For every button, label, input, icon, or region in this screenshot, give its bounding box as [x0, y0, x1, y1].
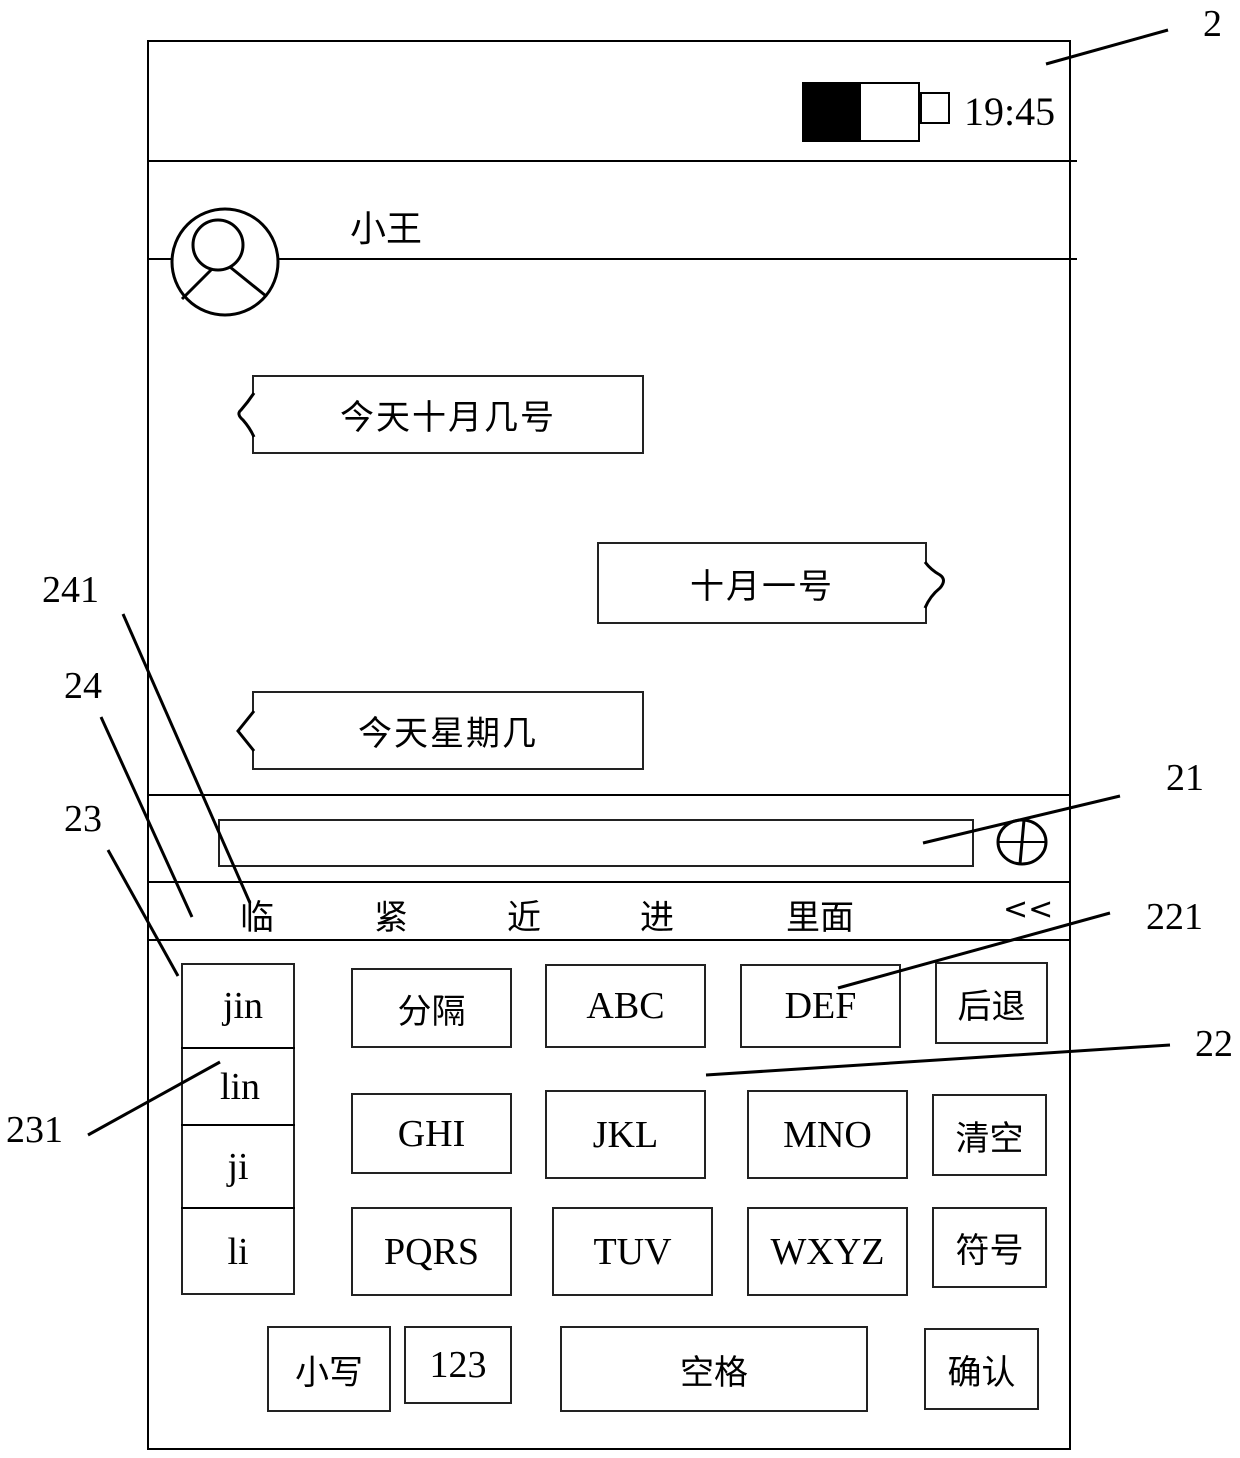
user-avatar-icon[interactable]: [168, 205, 283, 320]
battery-fill: [802, 82, 861, 142]
ref-label-pinyin-area: 23: [64, 798, 102, 840]
battery-tip: [920, 92, 950, 124]
message-input[interactable]: [218, 819, 974, 867]
key-confirm[interactable]: 确认: [924, 1328, 1039, 1410]
key-def[interactable]: DEF: [740, 964, 901, 1048]
key-abc[interactable]: ABC: [545, 964, 706, 1048]
key-separator[interactable]: 分隔: [351, 968, 512, 1048]
status-time: 19:45: [964, 89, 1056, 134]
candidate-item[interactable]: 里面: [786, 890, 854, 939]
key-symbols[interactable]: 符号: [932, 1207, 1047, 1288]
circle-plus-icon[interactable]: [995, 815, 1049, 869]
key-space[interactable]: 空格: [560, 1326, 868, 1412]
candidate-item[interactable]: 临: [240, 890, 274, 939]
pinyin-item[interactable]: lin: [181, 1049, 295, 1125]
message-text: 今天星期几: [358, 714, 538, 754]
ref-label-device: 2: [1203, 3, 1222, 45]
message-bubble-left: 今天星期几: [252, 691, 644, 770]
candidate-item[interactable]: 进: [640, 890, 674, 939]
ref-label-candidate-item: 241: [42, 569, 99, 611]
input-area-divider: [149, 794, 1071, 796]
message-text: 十月一号: [690, 566, 834, 607]
ref-label-keyboard: 22: [1195, 1023, 1233, 1065]
battery-icon: [802, 82, 950, 142]
status-bar-divider: [149, 160, 1077, 162]
key-numbers[interactable]: 123: [404, 1326, 512, 1404]
pinyin-item[interactable]: ji: [181, 1126, 295, 1208]
key-wxyz[interactable]: WXYZ: [747, 1207, 908, 1296]
contact-name: 小王: [350, 209, 423, 250]
pinyin-item[interactable]: jin: [181, 965, 295, 1047]
candidate-bar-bottom-divider: [149, 939, 1071, 941]
key-lowercase[interactable]: 小写: [267, 1326, 391, 1412]
key-ghi[interactable]: GHI: [351, 1093, 512, 1174]
key-pqrs[interactable]: PQRS: [351, 1207, 512, 1296]
key-jkl[interactable]: JKL: [545, 1090, 706, 1179]
key-backspace[interactable]: 后退: [935, 962, 1048, 1044]
message-bubble-right: 十月一号: [597, 542, 927, 624]
key-mno[interactable]: MNO: [747, 1090, 908, 1179]
message-bubble-left: 今天十月几号: [252, 375, 644, 454]
ref-label-key-def: 221: [1146, 896, 1203, 938]
key-tuv[interactable]: TUV: [552, 1207, 713, 1296]
ref-label-input-box: 21: [1166, 757, 1204, 799]
candidate-bar-top-divider: [149, 881, 1071, 883]
key-clear[interactable]: 清空: [932, 1094, 1047, 1176]
ref-label-candidate-bar: 24: [64, 665, 102, 707]
message-text: 今天十月几号: [340, 398, 556, 438]
collapse-candidates-button[interactable]: <<: [1003, 892, 1053, 927]
candidate-item[interactable]: 近: [507, 890, 541, 939]
candidate-item[interactable]: 紧: [374, 890, 408, 939]
pinyin-item[interactable]: li: [181, 1209, 295, 1295]
ref-label-pinyin-item: 231: [6, 1109, 63, 1151]
chat-header-divider: [149, 258, 1077, 260]
